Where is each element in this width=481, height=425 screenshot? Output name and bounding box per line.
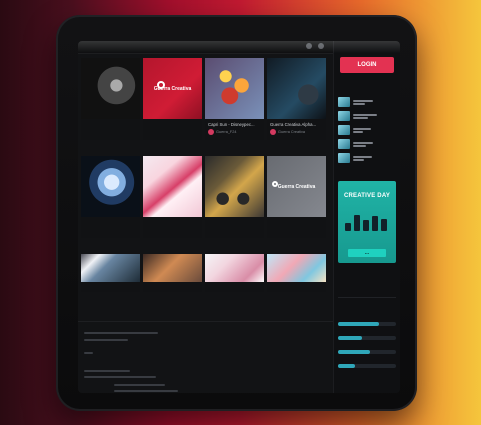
progress-fill [338,322,379,326]
placeholder-text-line [114,384,165,386]
placeholder-text-line [353,99,373,102]
placeholder-text-line [84,370,130,372]
progress-fill [338,336,363,340]
sidebar-item[interactable] [338,153,396,163]
sidebar-item[interactable] [338,139,396,149]
card-image[interactable] [205,156,264,217]
content-card[interactable] [81,156,140,238]
placeholder-text-line [353,113,377,116]
card-title: Capri Sun - Disneypec... [208,122,255,127]
card-subtitle: Guerra Creativa [270,129,324,135]
content-card[interactable] [81,254,140,292]
content-card[interactable]: Guerra Creativa Alpha... Guerra Creativa [267,58,326,140]
sidebar-item-text [353,155,372,161]
placeholder-text-line [114,390,178,392]
right-sidebar: LOGIN CREATIVE DAY ... [333,41,400,393]
card-image[interactable] [267,254,326,282]
card-author: Guerra_F24 [216,130,237,134]
content-card[interactable] [267,254,326,292]
card-image[interactable] [143,156,202,217]
content-card[interactable] [205,254,264,292]
sidebar-item-text [353,127,371,133]
content-card[interactable] [205,156,264,238]
promo-bar [345,223,351,231]
card-image[interactable] [81,58,140,119]
login-button[interactable]: LOGIN [340,57,394,73]
card-title: Guerra Creativa Alpha... [270,122,317,127]
sidebar-item-text [353,141,373,147]
promo-title: CREATIVE DAY [343,193,391,199]
content-card[interactable]: Guerra Creativa [267,156,326,238]
placeholder-text-line [353,141,373,144]
promo-bar [372,216,378,231]
sidebar-item-text [353,99,373,105]
placeholder-text-line [84,376,156,378]
details-panel [78,321,333,393]
content-card[interactable]: Guerra Creativa [143,58,202,140]
promo-button[interactable]: ... [348,249,386,257]
card-subtitle: Guerra_F24 [208,129,262,135]
promo-bar [354,215,360,231]
sidebar-thumbnail [338,153,350,163]
content-grid: Guerra Creativa Capri Sun - Disneypec...… [81,58,331,292]
avatar-icon [270,129,276,135]
logo-text: Guerra Creativa [277,183,316,190]
stat-progress-bar [338,322,396,326]
placeholder-text-line [84,339,128,341]
stat-progress-bar [338,336,396,340]
stat-progress-bar [338,350,396,354]
sidebar-list [338,97,396,163]
card-author: Guerra Creativa [278,130,306,134]
progress-fill [338,350,370,354]
top-bar-controls [306,43,330,49]
logo-text: Guerra Creativa [153,85,192,92]
promo-bar [363,220,369,231]
placeholder-text-line [353,130,363,133]
card-image[interactable] [205,254,264,282]
content-card[interactable] [143,156,202,238]
placeholder-text-line [84,332,158,334]
sidebar-stats-panel [338,297,396,378]
placeholder-text-line [353,102,365,105]
card-image[interactable]: Guerra Creativa [143,58,202,119]
share-icon[interactable] [306,43,312,49]
card-image[interactable]: Guerra Creativa [267,156,326,217]
sidebar-item-text [353,113,377,119]
sidebar-item[interactable] [338,111,396,121]
card-image[interactable] [81,156,140,217]
tablet-device: Guerra Creativa Capri Sun - Disneypec...… [56,15,417,411]
placeholder-text-line [353,116,368,119]
card-image[interactable] [81,254,140,282]
background-gradient: Guerra Creativa Capri Sun - Disneypec...… [0,0,481,425]
sidebar-thumbnail [338,111,350,121]
promo-bar [381,219,387,231]
placeholder-text-line [353,158,364,161]
placeholder-text-line [353,155,372,158]
device-screen: Guerra Creativa Capri Sun - Disneypec...… [78,41,400,393]
avatar-icon [208,129,214,135]
placeholder-text-line [353,127,371,130]
card-image[interactable] [267,58,326,119]
sidebar-item[interactable] [338,97,396,107]
content-card[interactable]: Capri Sun - Disneypec... Guerra_F24 [205,58,264,140]
content-card[interactable] [143,254,202,292]
progress-fill [338,364,356,368]
sidebar-thumbnail [338,97,350,107]
main-feed: Guerra Creativa Capri Sun - Disneypec...… [78,53,333,393]
promo-graphic [345,215,387,231]
card-image[interactable] [143,254,202,282]
placeholder-text-line [353,144,366,147]
settings-icon[interactable] [318,43,324,49]
stat-progress-bar [338,364,396,368]
content-card[interactable] [81,58,140,140]
card-image[interactable] [205,58,264,119]
sidebar-thumbnail [338,139,350,149]
sidebar-thumbnail [338,125,350,135]
placeholder-text-line [84,352,93,354]
sidebar-item[interactable] [338,125,396,135]
promo-banner[interactable]: CREATIVE DAY ... [338,181,396,263]
